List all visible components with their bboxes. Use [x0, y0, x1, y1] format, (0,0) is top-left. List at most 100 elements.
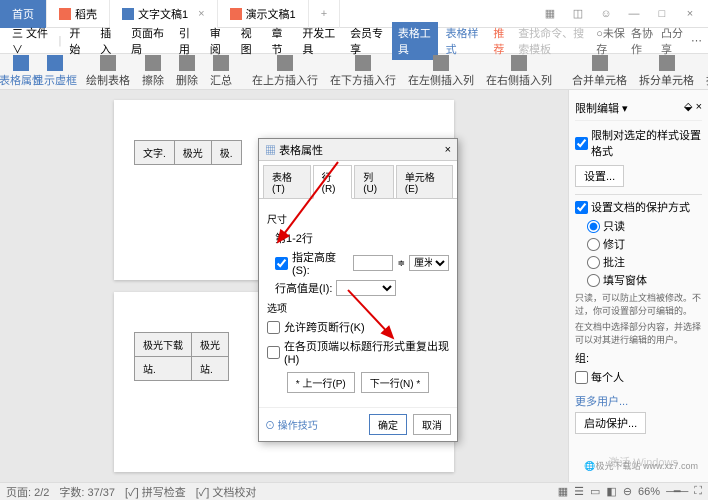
doc-icon	[122, 8, 134, 20]
draw-table-button[interactable]: 绘制表格	[82, 54, 134, 90]
cancel-button[interactable]: 取消	[413, 414, 451, 435]
row-height-select[interactable]	[336, 280, 396, 296]
zoom-level[interactable]: 66%	[638, 486, 660, 498]
close-icon[interactable]: ×	[680, 4, 700, 24]
settings-button[interactable]: 设置...	[575, 165, 624, 187]
apps-icon[interactable]: ◫	[568, 4, 588, 24]
zoom-out-button[interactable]: ⊖	[623, 485, 632, 498]
share-button[interactable]: 凸分享	[661, 25, 685, 57]
merge-icon	[592, 55, 608, 71]
col-right-icon	[511, 55, 527, 71]
view-icon[interactable]: ▭	[590, 485, 600, 498]
pencil-icon	[100, 55, 116, 71]
more-users-link[interactable]: 更多用户...	[575, 393, 702, 409]
window-controls: ▦ ◫ ☺ — □ ×	[532, 4, 708, 24]
cb-everyone[interactable]: 每个人	[575, 369, 702, 385]
cb-restrict-format[interactable]: 限制对选定的样式设置格式	[575, 127, 702, 159]
table-cell[interactable]: 站.	[135, 357, 192, 381]
collab-button[interactable]: 各协作	[631, 25, 655, 57]
insert-row-above-button[interactable]: 在上方插入行	[248, 54, 322, 90]
dialog-title: 表格属性	[279, 145, 323, 157]
tab-cell[interactable]: 单元格(E)	[396, 165, 453, 198]
sum-icon	[213, 55, 229, 71]
prev-row-button[interactable]: * 上一行(P)	[287, 372, 355, 393]
ok-button[interactable]: 确定	[369, 414, 407, 435]
tab-table[interactable]: 表格(T)	[263, 165, 311, 198]
show-gridlines-button[interactable]: 显示虚框	[40, 54, 70, 90]
dialog-close-icon[interactable]: ×	[445, 144, 451, 156]
size-label: 尺寸	[267, 211, 449, 226]
insert-row-below-button[interactable]: 在下方插入行	[326, 54, 400, 90]
word-count: 字数: 37/37	[59, 484, 115, 500]
split-cells-button[interactable]: 拆分单元格	[635, 54, 698, 90]
ppt-icon	[230, 8, 242, 20]
user-icon[interactable]: ☺	[596, 4, 616, 24]
radio-comment[interactable]: 批注	[587, 254, 702, 270]
delete-icon	[179, 55, 195, 71]
minimize-icon[interactable]: —	[624, 4, 644, 24]
table-cell[interactable]: 文字.	[135, 141, 175, 165]
tab-row[interactable]: 行(R)	[313, 165, 353, 199]
table-cell[interactable]: 极光	[174, 141, 211, 165]
spellcheck-toggle[interactable]: [✓] 拼写检查	[125, 484, 186, 500]
height-input[interactable]	[353, 255, 393, 271]
table-cell[interactable]: 极光	[192, 333, 229, 357]
eraser-icon	[145, 55, 161, 71]
table-cell[interactable]: 极.	[211, 141, 241, 165]
col-left-icon	[433, 55, 449, 71]
statusbar: 页面: 2/2 字数: 37/37 [✓] 拼写检查 [✓] 文档校对 ▦ ☰ …	[0, 482, 708, 500]
group-label: 组:	[575, 350, 702, 366]
unit-select[interactable]: 厘米	[409, 255, 449, 271]
restrict-editing-panel: 限制编辑 ▾⬙ × 限制对选定的样式设置格式 设置... 设置文档的保护方式 只…	[568, 90, 708, 482]
close-panel-icon[interactable]: ×	[696, 101, 702, 113]
grid-icon	[47, 55, 63, 71]
radio-form[interactable]: 填写窗体	[587, 272, 702, 288]
view-icon[interactable]: ▦	[558, 485, 568, 498]
table-props-button[interactable]: 表格属性	[6, 54, 36, 90]
table-2[interactable]: 极光下载极光 站.站.	[134, 332, 229, 381]
zoom-in-button[interactable]: ─━─	[666, 485, 688, 498]
proofread-toggle[interactable]: [✓] 文档校对	[196, 484, 257, 500]
insert-col-left-button[interactable]: 在左侧插入列	[404, 54, 478, 90]
summary-button[interactable]: 汇总	[206, 54, 236, 90]
table-icon	[13, 55, 29, 71]
set-height-label: 指定高度(S):	[292, 249, 349, 277]
cb-allow-break[interactable]: 允许跨页断行(K)	[267, 319, 449, 335]
close-icon[interactable]: ×	[198, 8, 204, 20]
fullscreen-icon[interactable]: ⛶	[694, 485, 702, 498]
menubar: 三 文件 ∨ | 开始 插入 页面布局 引用 审阅 视图 章节 开发工具 会员专…	[0, 28, 708, 54]
view-icon[interactable]: ◧	[606, 485, 616, 498]
note-text: 只读，可以防止文档被修改。不过，你可设置部分可编辑的。	[575, 292, 702, 317]
table-properties-dialog: ▦ 表格属性× 表格(T) 行(R) 列(U) 单元格(E) 尺寸 第1-2行 …	[258, 138, 458, 442]
rows-label: 第1-2行	[275, 230, 449, 246]
row-above-icon	[277, 55, 293, 71]
view-icon[interactable]: ☰	[574, 485, 584, 498]
unsaved-label[interactable]: ○未保存	[596, 25, 625, 57]
table-cell[interactable]: 站.	[192, 357, 229, 381]
radio-readonly[interactable]: 只读	[587, 218, 702, 234]
cb-protect-mode[interactable]: 设置文档的保护方式	[575, 199, 702, 215]
radio-track[interactable]: 修订	[587, 236, 702, 252]
split-table-button[interactable]: 拆分表格	[702, 54, 708, 90]
next-row-button[interactable]: 下一行(N) *	[361, 372, 430, 393]
delete-button[interactable]: 删除	[172, 54, 202, 90]
table-1[interactable]: 文字.极光极.	[134, 140, 242, 165]
page-count: 页面: 2/2	[6, 484, 49, 500]
tips-link[interactable]: ⊙ 操作技巧	[259, 411, 324, 438]
cb-repeat-header[interactable]: 在各页顶端以标题行形式重复出现(H)	[267, 338, 449, 366]
grid-icon[interactable]: ▦	[540, 4, 560, 24]
cb-set-height[interactable]	[275, 257, 288, 270]
split-icon	[659, 55, 675, 71]
table-cell[interactable]: 极光下载	[135, 333, 192, 357]
maximize-icon[interactable]: □	[652, 4, 672, 24]
more-icon[interactable]: ⋯	[691, 34, 702, 47]
tab-column[interactable]: 列(U)	[354, 165, 394, 198]
merge-cells-button[interactable]: 合并单元格	[568, 54, 631, 90]
eraser-button[interactable]: 擦除	[138, 54, 168, 90]
insert-col-right-button[interactable]: 在右侧插入列	[482, 54, 556, 90]
pin-icon[interactable]: ⬙	[684, 101, 692, 113]
ribbon-toolbar: 表格属性 显示虚框 绘制表格 擦除 删除 汇总 在上方插入行 在下方插入行 在左…	[0, 54, 708, 90]
row-below-icon	[355, 55, 371, 71]
search-input[interactable]: 查找命令、搜索模板	[518, 25, 590, 57]
start-protection-button[interactable]: 启动保护...	[575, 412, 646, 434]
